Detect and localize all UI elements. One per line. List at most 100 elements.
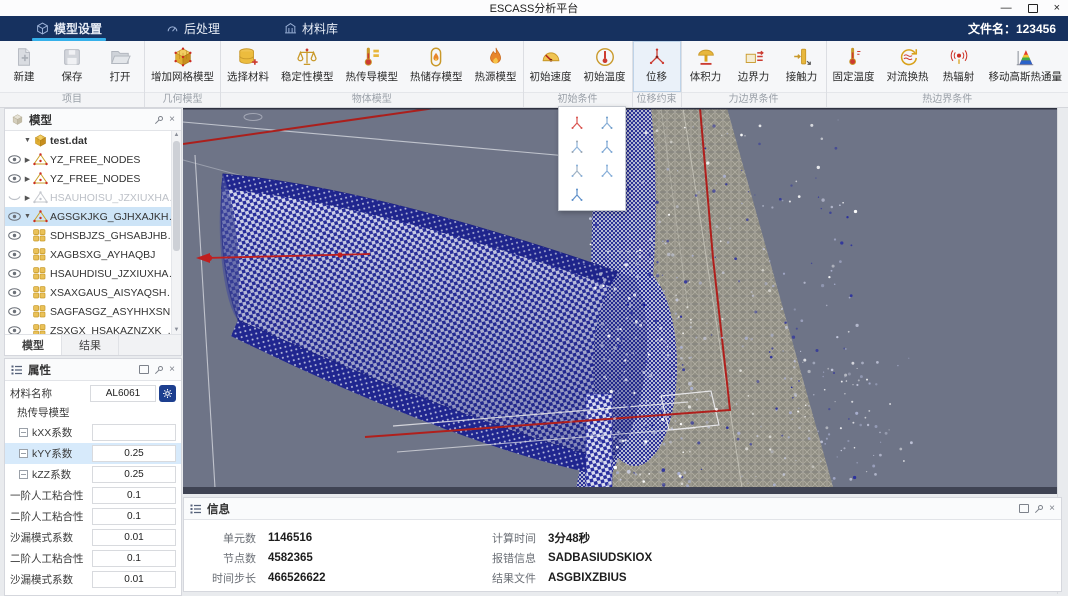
property-row-kxx[interactable]: kXX系数	[5, 422, 181, 443]
float-icon[interactable]	[139, 365, 149, 374]
tab-model[interactable]: 模型	[5, 335, 62, 355]
heat-conduction-model-button[interactable]: 热传导模型	[340, 41, 405, 92]
initial-velocity-button[interactable]: 初始速度	[524, 41, 578, 92]
kzz-input[interactable]	[92, 466, 176, 483]
scroll-thumb[interactable]	[173, 141, 180, 251]
tree-row[interactable]: SAGFASGZ_ASYHHXSN	[5, 302, 181, 321]
eye-icon[interactable]	[8, 307, 22, 316]
visc2-input[interactable]	[92, 508, 176, 525]
property-row-hourglass2[interactable]: 沙漏模式系数	[5, 569, 181, 590]
moving-gauss-flux-button[interactable]: 移动高斯热通量	[983, 41, 1068, 92]
pin-icon[interactable]	[154, 365, 164, 375]
property-row-visc3[interactable]: 二阶人工粘合性	[5, 548, 181, 569]
eye-icon[interactable]	[8, 212, 22, 221]
body-force-button[interactable]: 体积力	[682, 41, 730, 92]
hourglass1-input[interactable]	[92, 529, 176, 546]
property-row-hourglass1[interactable]: 沙漏模式系数	[5, 527, 181, 548]
grid-icon	[33, 286, 50, 299]
visc3-input[interactable]	[92, 550, 176, 567]
radiation-button[interactable]: 热辐射	[935, 41, 983, 92]
triad-option-1[interactable]	[563, 112, 591, 133]
float-icon[interactable]	[1019, 504, 1029, 513]
visc1-input[interactable]	[92, 487, 176, 504]
eye-icon[interactable]	[8, 174, 22, 183]
tab-result[interactable]: 结果	[62, 335, 119, 355]
new-button[interactable]: 新建	[0, 41, 48, 92]
triangle-node-icon	[33, 191, 50, 204]
tab-model-setup[interactable]: 模型设置	[30, 16, 108, 41]
eye-icon[interactable]	[8, 326, 22, 334]
property-row-kyy[interactable]: kYY系数	[5, 443, 181, 464]
add-mesh-model-button[interactable]: 增加网格模型	[145, 41, 220, 92]
material-name-input[interactable]	[90, 385, 156, 402]
eye-icon[interactable]	[8, 231, 22, 240]
heat-source-model-button[interactable]: 热源模型	[469, 41, 523, 92]
property-row-visc2[interactable]: 二阶人工粘合性	[5, 506, 181, 527]
tree-row[interactable]: SDHSBJZS_GHSABJHB_ZAHU	[5, 226, 181, 245]
close-icon[interactable]: ×	[169, 115, 175, 125]
app-title: ESCASS分析平台	[490, 0, 579, 16]
tab-material-library[interactable]: 材料库	[278, 16, 344, 41]
collapse-node-icon[interactable]	[19, 449, 28, 458]
triad-option-5[interactable]	[563, 160, 591, 181]
tree-row[interactable]: HSAUHDISU_JZXIUXHAHX	[5, 264, 181, 283]
close-icon[interactable]: ×	[169, 365, 175, 375]
heat-storage-model-button[interactable]: 热储存模型	[404, 41, 469, 92]
scroll-up-arrow[interactable]: ▲	[172, 132, 181, 138]
open-button[interactable]: 打开	[96, 41, 144, 92]
tree-row[interactable]: ▶ YZ_FREE_NODES	[5, 169, 181, 188]
tab-post-process[interactable]: 后处理	[160, 16, 226, 41]
close-icon[interactable]: ×	[1049, 504, 1055, 514]
expand-arrow[interactable]: ▶	[22, 175, 33, 183]
expand-arrow[interactable]: ▼	[22, 137, 33, 144]
triad-option-6[interactable]	[594, 160, 622, 181]
tree-row-hidden[interactable]: ▶ HSAUHOISU_JZXIUXHAHX	[5, 188, 181, 207]
grid-icon	[33, 229, 50, 242]
minimize-button[interactable]: —	[1001, 0, 1012, 16]
save-button[interactable]: 保存	[48, 41, 96, 92]
fixed-temperature-icon	[843, 46, 865, 68]
tree-row[interactable]: ▶ YZ_FREE_NODES	[5, 150, 181, 169]
maximize-button[interactable]	[1028, 4, 1038, 13]
tree-root[interactable]: ▼ test.dat	[5, 131, 181, 150]
kxx-input[interactable]	[92, 424, 176, 441]
eye-icon[interactable]	[8, 269, 22, 278]
stability-model-button[interactable]: 稳定性模型	[275, 41, 340, 92]
scroll-down-arrow[interactable]: ▼	[172, 327, 181, 333]
tree-scrollbar[interactable]: ▲ ▼	[171, 131, 181, 334]
triad-option-4[interactable]	[594, 136, 622, 157]
eye-icon[interactable]	[8, 155, 22, 164]
eye-icon[interactable]	[8, 288, 22, 297]
contact-force-button[interactable]: 接触力	[778, 41, 826, 92]
pin-icon[interactable]	[154, 115, 164, 125]
expand-arrow[interactable]: ▶	[22, 156, 33, 164]
close-button[interactable]: ×	[1054, 0, 1060, 16]
info-list-icon	[190, 503, 202, 515]
property-row-kzz[interactable]: kZZ系数	[5, 464, 181, 485]
expand-arrow[interactable]: ▶	[22, 194, 33, 202]
collapse-node-icon[interactable]	[19, 470, 28, 479]
triad-option-2[interactable]	[594, 112, 622, 133]
eye-closed-icon[interactable]	[8, 193, 22, 202]
property-row-visc1[interactable]: 一阶人工粘合性	[5, 485, 181, 506]
displacement-button[interactable]: 位移	[633, 41, 681, 92]
hourglass2-input[interactable]	[92, 571, 176, 588]
select-material-button[interactable]: 选择材料	[221, 41, 275, 92]
material-gear-button[interactable]	[159, 385, 176, 402]
tree-row[interactable]: ZSXGX_HSAKAZNZXK_AHASX	[5, 321, 181, 334]
collapse-node-icon[interactable]	[19, 428, 28, 437]
kyy-input[interactable]	[92, 445, 176, 462]
triad-option-3[interactable]	[563, 136, 591, 157]
tree-row[interactable]: XSAXGAUS_AISYAQSH_ASHX	[5, 283, 181, 302]
tree-row[interactable]: XAGBSXG_AYHAQBJ	[5, 245, 181, 264]
tree-row-selected[interactable]: ▼ AGSGKJKG_GJHXAJKHXA	[5, 207, 181, 226]
expand-arrow[interactable]: ▼	[22, 213, 33, 220]
initial-temperature-button[interactable]: 初始温度	[578, 41, 632, 92]
eye-icon[interactable]	[8, 250, 22, 259]
grid-icon	[33, 267, 50, 280]
fixed-temperature-button[interactable]: 固定温度	[827, 41, 881, 92]
pin-icon[interactable]	[1034, 504, 1044, 514]
convection-button[interactable]: 对流换热	[881, 41, 935, 92]
triad-option-7[interactable]	[563, 184, 591, 205]
boundary-force-button[interactable]: 边界力	[730, 41, 778, 92]
